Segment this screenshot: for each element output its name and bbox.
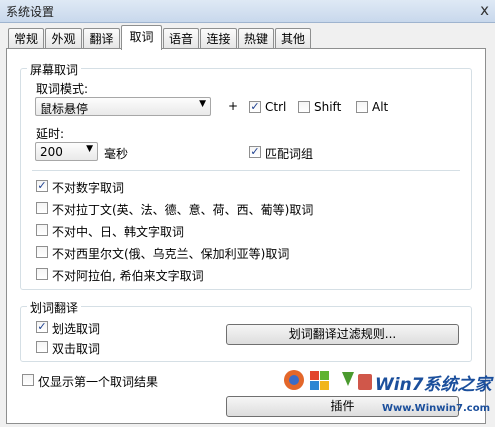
watermark-url: Www.Winwin7.com [382,403,491,414]
filter-rules-button[interactable]: 划词翻译过滤规则... [226,324,459,345]
select-capture-checkbox[interactable]: ✓ [36,321,48,333]
no-arabic-label: 不对阿拉伯, 希伯来文字取词 [52,269,204,283]
watermark-logo: Win7系统之家 Www.Winwin7.com [282,366,492,424]
close-icon[interactable]: x [480,1,489,19]
match-phrase-label: 匹配词组 [265,147,314,161]
shift-checkbox[interactable] [298,101,310,113]
watermark-brand: Win7系统之家 [375,375,492,395]
first-result-checkbox[interactable] [22,374,34,386]
tab-translate[interactable]: 翻译 [83,28,120,48]
shift-label: Shift [314,100,342,114]
no-numbers-checkbox[interactable]: ✓ [36,180,48,192]
window-title: 系统设置 [6,5,55,19]
plus-sign: + [228,99,239,113]
capture-mode-label: 取词模式: [36,82,89,96]
select-capture-label: 划选取词 [52,322,101,336]
screen-capture-title: 屏幕取词 [27,61,82,78]
delay-select[interactable]: 200 ▼ [35,142,98,161]
double-click-checkbox[interactable] [36,341,48,353]
no-latin-label: 不对拉丁文(英、法、德、意、荷、西、葡等)取词 [52,203,314,217]
no-cyrillic-label: 不对西里尔文(俄、乌克兰、保加利亚等)取词 [52,247,290,261]
capture-mode-value: 鼠标悬停 [40,102,89,116]
no-cjk-checkbox[interactable] [36,224,48,236]
tab-voice[interactable]: 语音 [163,28,199,48]
no-latin-checkbox[interactable] [36,202,48,214]
alt-checkbox[interactable] [356,101,368,113]
tab-capture[interactable]: 取词 [121,25,162,50]
delay-value: 200 [40,145,63,159]
alt-label: Alt [372,100,389,114]
tab-connection[interactable]: 连接 [200,28,237,48]
match-phrase-checkbox[interactable]: ✓ [249,146,261,158]
tab-general[interactable]: 常规 [8,28,44,48]
title-bar [0,0,495,23]
tab-hotkey[interactable]: 热键 [238,28,274,48]
no-numbers-label: 不对数字取词 [52,181,125,195]
no-cjk-label: 不对中、日、韩文字取词 [52,225,185,239]
delay-label: 延时: [36,127,65,141]
ctrl-checkbox[interactable]: ✓ [249,101,261,113]
first-result-label: 仅显示第一个取词结果 [38,375,159,389]
capture-mode-select[interactable]: 鼠标悬停 ▼ [35,97,211,116]
ctrl-label: Ctrl [265,100,287,114]
chevron-down-icon: ▼ [199,99,206,109]
delay-unit: 毫秒 [104,147,129,161]
no-arabic-checkbox[interactable] [36,268,48,280]
divider [32,170,460,171]
chevron-down-icon: ▼ [86,144,93,154]
double-click-label: 双击取词 [52,342,101,356]
tab-other[interactable]: 其他 [275,28,311,48]
select-translate-title: 划词翻译 [27,299,82,316]
no-cyrillic-checkbox[interactable] [36,246,48,258]
tab-appearance[interactable]: 外观 [45,28,82,48]
